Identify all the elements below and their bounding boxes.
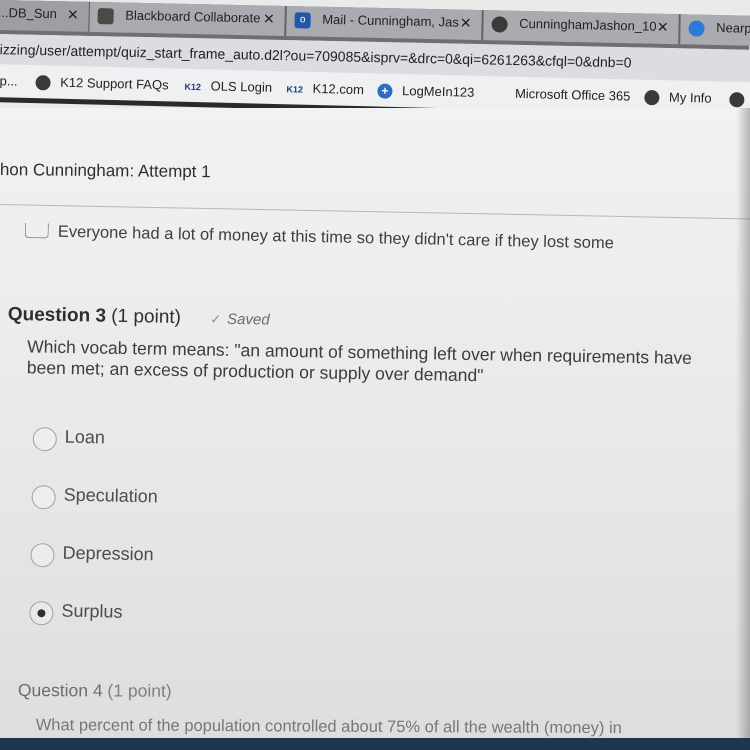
close-icon[interactable]: ✕ — [657, 14, 669, 40]
option-label[interactable]: Loan — [65, 427, 105, 449]
radio-button[interactable] — [30, 542, 55, 568]
attempt-header: hon Cunningham: Attempt 1 — [0, 160, 211, 182]
tab-label: CunninghamJashon_10 — [519, 15, 657, 34]
screen-edge-shadow — [736, 108, 750, 750]
question-3: Question 3 (1 point) ✓ Saved Which vocab … — [7, 304, 738, 391]
bookmark-label: K12.com — [312, 80, 365, 98]
tab-label: Nearp — [716, 20, 750, 36]
tab-label: Mail - Cunningham, Jas — [322, 11, 459, 30]
option-label[interactable]: Speculation — [63, 485, 157, 508]
close-icon[interactable]: ✕ — [460, 10, 472, 36]
question-4: Question 4 (1 point) What percent of the… — [18, 680, 736, 740]
tab-label: ...DB_Sun — [0, 4, 58, 22]
bookmark-k12-com[interactable]: K12 K12.com — [286, 80, 364, 97]
option-speculation[interactable]: Speculation — [31, 484, 158, 542]
tab-cunningham-jashon[interactable]: CunninghamJashon_10 ✕ — [483, 10, 680, 45]
option-depression[interactable]: Depression — [30, 542, 154, 600]
tab-label: Blackboard Collaborate — [125, 7, 261, 26]
saved-label: Saved — [226, 310, 270, 329]
question-number: Question 4 — [17, 680, 103, 701]
bookmark-label: LogMeIn123 — [401, 83, 475, 100]
option-surplus[interactable]: Surplus — [29, 600, 123, 658]
question-points: (1 point) — [107, 680, 172, 701]
close-icon[interactable]: ✕ — [263, 6, 275, 32]
header-divider — [0, 204, 750, 220]
question-points: (1 point) — [111, 305, 182, 329]
checkmark-icon: ✓ — [210, 311, 222, 327]
outlook-icon: o — [294, 11, 311, 29]
k12-icon: K12 — [286, 83, 304, 95]
radio-button[interactable] — [32, 426, 57, 452]
question-text: What percent of the population controlle… — [35, 716, 622, 738]
bookmark-label: OLS Login — [210, 78, 273, 95]
globe-icon — [35, 75, 51, 91]
option-loan[interactable]: Loan — [32, 426, 105, 484]
globe-icon — [644, 90, 660, 106]
bookmark-label: My Info — [668, 89, 712, 106]
tab-previous[interactable]: ...DB_Sun ✕ — [0, 0, 90, 32]
bookmark-ols-login[interactable]: K12 OLS Login — [184, 78, 273, 95]
k12-icon: K12 — [184, 81, 202, 92]
globe-icon — [491, 15, 508, 33]
bookmark-unnamed[interactable] — [729, 91, 750, 108]
plus-circle-icon: + — [377, 83, 393, 99]
bookmark-label: p... — [0, 73, 18, 89]
radio-button[interactable] — [31, 484, 56, 510]
bookmark-label: K12 Support FAQs — [60, 74, 169, 93]
question-text: Which vocab term means: "an amount of so… — [26, 336, 693, 386]
bookmark-truncated[interactable]: p... — [0, 73, 18, 88]
tab-mail[interactable]: o Mail - Cunningham, Jas ✕ — [286, 6, 483, 41]
previous-question-option[interactable]: Everyone had a lot of money at this time… — [24, 222, 615, 253]
option-label[interactable]: Depression — [62, 543, 153, 566]
answer-options: Loan Speculation Depression Surplus — [29, 426, 158, 658]
taskbar-edge — [0, 738, 750, 750]
bookmark-my-info[interactable]: My Info — [644, 89, 712, 107]
checkbox[interactable] — [24, 222, 49, 239]
tab-nearpod[interactable]: Nearp — [680, 14, 750, 47]
bookmark-k12-support-faqs[interactable]: K12 Support FAQs — [35, 74, 169, 93]
tab-blackboard-collaborate[interactable]: Blackboard Collaborate ✕ — [89, 1, 286, 36]
option-label: Everyone had a lot of money at this time… — [57, 222, 615, 253]
question-title: Question 3 (1 point) ✓ Saved — [8, 304, 738, 339]
bookmark-logmein123[interactable]: + LogMeIn123 — [377, 82, 475, 100]
globe-icon — [729, 92, 745, 108]
option-label[interactable]: Surplus — [61, 601, 122, 623]
bookmark-microsoft-office-365[interactable]: Microsoft Office 365 — [489, 85, 631, 105]
nearpod-icon — [688, 19, 705, 37]
question-title: Question 4 (1 point) — [18, 680, 736, 705]
question-number: Question 3 — [7, 304, 107, 327]
radio-button-selected[interactable] — [29, 600, 54, 626]
bookmark-label: Microsoft Office 365 — [514, 85, 631, 104]
close-icon[interactable]: ✕ — [67, 1, 79, 27]
saved-status: ✓ Saved — [210, 311, 270, 329]
microsoft-icon — [489, 85, 506, 102]
blackboard-icon — [97, 7, 114, 24]
quiz-page: hon Cunningham: Attempt 1 Everyone had a… — [0, 108, 750, 750]
